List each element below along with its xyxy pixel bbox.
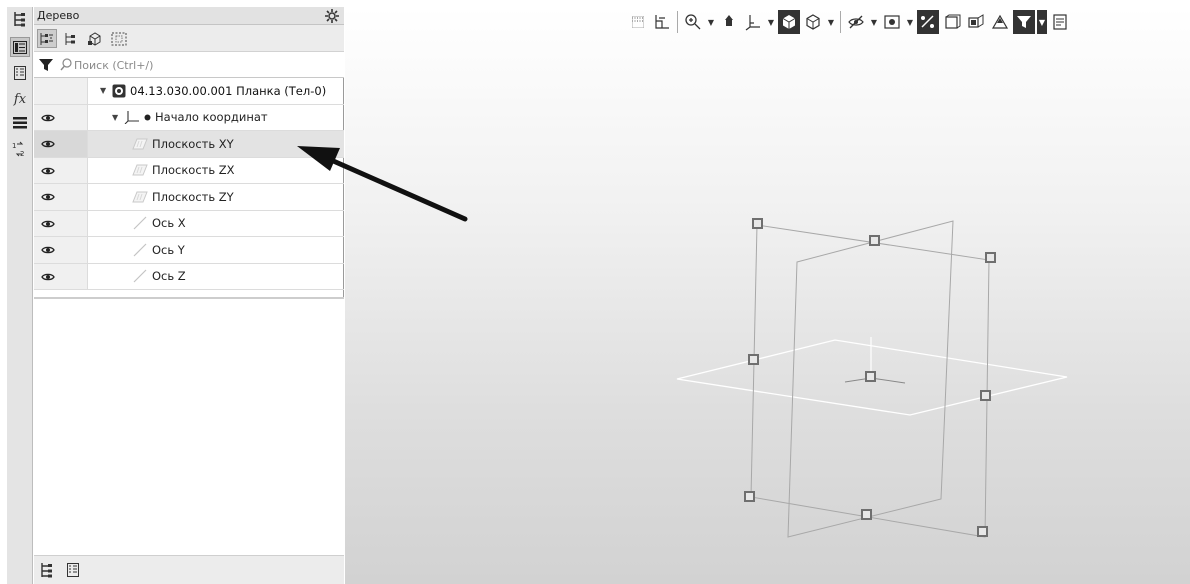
layers-icon[interactable] bbox=[10, 113, 30, 133]
plane-handle[interactable] bbox=[985, 252, 996, 263]
origin-dot-icon bbox=[144, 114, 151, 121]
tree-row-label: Ось Y bbox=[152, 242, 185, 257]
tree-row-axis-y[interactable]: Ось Y bbox=[34, 237, 344, 264]
eye-icon[interactable] bbox=[41, 139, 55, 149]
coordinate-system-icon bbox=[124, 110, 140, 125]
tree-panel-icon[interactable] bbox=[10, 9, 30, 29]
svg-text:1: 1 bbox=[12, 142, 16, 150]
eye-icon[interactable] bbox=[41, 219, 55, 229]
list-view-icon[interactable] bbox=[64, 561, 82, 579]
plane-handle[interactable] bbox=[869, 235, 880, 246]
panel-bottom-bar bbox=[34, 555, 344, 584]
tree-row-label: Плоскость ZX bbox=[152, 163, 235, 178]
properties-panel-icon[interactable] bbox=[10, 37, 30, 57]
plane-icon bbox=[132, 138, 148, 150]
3d-viewport[interactable]: ▼ ▼ ▼ ▼ ▼ ▼ bbox=[345, 7, 1190, 584]
plane-handle[interactable] bbox=[980, 390, 991, 401]
visibility-cell bbox=[34, 157, 88, 183]
visibility-cell bbox=[34, 210, 88, 236]
tree-row-label: Ось Z bbox=[152, 269, 186, 284]
visibility-cell bbox=[34, 78, 88, 104]
search-icon bbox=[60, 58, 72, 72]
tree-row-plane-zx[interactable]: Плоскость ZX bbox=[34, 157, 344, 184]
eye-icon[interactable] bbox=[41, 166, 55, 176]
selection-frame-icon[interactable] bbox=[109, 29, 129, 48]
tree-row-label: Начало координат bbox=[155, 110, 268, 125]
tree-view-icon[interactable] bbox=[38, 561, 56, 579]
tree-row-root[interactable]: ▼ 04.13.030.00.001 Планка (Тел-0) bbox=[34, 78, 344, 105]
plane-handle[interactable] bbox=[977, 526, 988, 537]
axis-icon bbox=[132, 269, 148, 283]
expand-caret-icon[interactable]: ▼ bbox=[112, 113, 120, 122]
gear-icon[interactable] bbox=[324, 8, 340, 24]
tree-row-label: Плоскость ZY bbox=[152, 189, 234, 204]
tree-empty-area bbox=[34, 297, 344, 555]
visibility-cell bbox=[34, 263, 88, 289]
axis-x-line[interactable] bbox=[870, 377, 906, 384]
filter-icon[interactable] bbox=[38, 57, 54, 73]
plane-icon bbox=[132, 164, 148, 176]
plane-handle[interactable] bbox=[744, 491, 755, 502]
eye-icon[interactable] bbox=[41, 113, 55, 123]
tree-row-axis-z[interactable]: Ось Z bbox=[34, 263, 344, 290]
search-input[interactable] bbox=[74, 56, 339, 74]
tree-row-label: Плоскость XY bbox=[152, 136, 234, 151]
tree-row-origin[interactable]: ▼ Начало координат bbox=[34, 104, 344, 131]
plane-handle[interactable] bbox=[752, 218, 763, 229]
fx-label: fx bbox=[13, 91, 27, 107]
tree-row-label: Ось X bbox=[152, 216, 186, 231]
components-icon[interactable] bbox=[85, 29, 105, 48]
tree-toolbar bbox=[34, 25, 344, 52]
eye-icon[interactable] bbox=[41, 245, 55, 255]
visibility-cell bbox=[34, 237, 88, 263]
numbering-icon[interactable]: 12 bbox=[10, 139, 30, 159]
search-row bbox=[34, 52, 344, 78]
eye-icon[interactable] bbox=[41, 272, 55, 282]
tree-history-icon[interactable] bbox=[61, 29, 81, 48]
part-body-icon bbox=[112, 84, 126, 98]
left-vertical-toolbar: fx 12 bbox=[7, 7, 33, 584]
visibility-cell bbox=[34, 104, 88, 130]
tree-row-axis-x[interactable]: Ось X bbox=[34, 210, 344, 237]
tree-structure-icon[interactable] bbox=[37, 29, 57, 48]
expand-caret-icon[interactable]: ▼ bbox=[100, 86, 108, 95]
tree-list: ▼ 04.13.030.00.001 Планка (Тел-0) ▼ Нача… bbox=[34, 78, 344, 290]
origin-handle[interactable] bbox=[865, 371, 876, 382]
eye-icon[interactable] bbox=[41, 192, 55, 202]
parameters-panel-icon[interactable] bbox=[10, 63, 30, 83]
tree-row-plane-zy[interactable]: Плоскость ZY bbox=[34, 184, 344, 211]
variables-icon[interactable]: fx bbox=[10, 89, 30, 109]
panel-title: Дерево bbox=[37, 9, 80, 22]
tree-row-label: 04.13.030.00.001 Планка (Тел-0) bbox=[130, 83, 327, 98]
axis-icon bbox=[132, 216, 148, 230]
tree-row-plane-xy[interactable]: Плоскость XY bbox=[34, 131, 344, 158]
axis-icon bbox=[132, 243, 148, 257]
origin-planes-drawing bbox=[676, 218, 1068, 538]
tree-panel: Дерево ▼ bbox=[34, 7, 344, 584]
visibility-cell bbox=[34, 184, 88, 210]
plane-handle[interactable] bbox=[861, 509, 872, 520]
visibility-cell bbox=[34, 131, 88, 157]
panel-title-bar: Дерево bbox=[34, 7, 344, 25]
plane-handle[interactable] bbox=[748, 354, 759, 365]
plane-icon bbox=[132, 191, 148, 203]
